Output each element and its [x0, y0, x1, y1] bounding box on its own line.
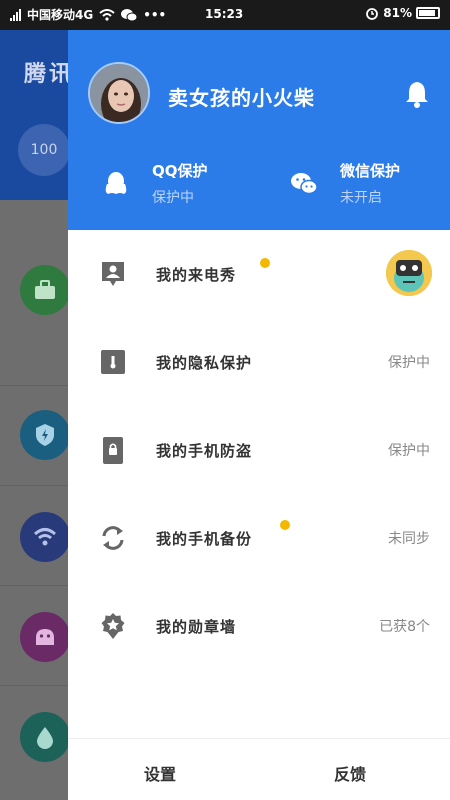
avatar[interactable] — [88, 62, 150, 124]
sync-backup-icon — [102, 526, 124, 550]
drawer-footer: 设置 反馈 — [68, 738, 450, 800]
medal-icon — [101, 613, 125, 639]
menu-item-label: 我的手机备份 — [156, 530, 253, 548]
new-badge-dot — [260, 258, 270, 268]
wifi-icon — [99, 8, 115, 21]
toolbox-icon — [20, 265, 70, 315]
battery-label: 81% — [383, 6, 412, 20]
menu-item-label: 我的手机防盗 — [156, 442, 253, 460]
wechat-protection-label: 微信保护 — [340, 162, 401, 180]
wechat-protection[interactable]: 微信保护 未开启 — [290, 160, 400, 207]
clock-label: 15:23 — [205, 7, 244, 21]
phone-lock-icon — [103, 437, 123, 464]
bell-icon[interactable] — [404, 80, 430, 108]
menu-item-privacy[interactable]: 我的隐私保护 保护中 — [68, 318, 450, 406]
divider — [0, 685, 68, 686]
status-left: 中国移动4G ••• — [10, 6, 166, 23]
username[interactable]: 卖女孩的小火柴 — [168, 82, 315, 111]
status-bar: 中国移动4G ••• 15:23 81% — [0, 0, 450, 30]
side-drawer: 卖女孩的小火柴 QQ保护 保护中 微信保护 未开启 我的来电秀 我的隐私保护 保… — [68, 30, 450, 800]
shield-bolt-icon — [20, 410, 70, 460]
signal-icon — [10, 8, 21, 21]
battery-icon — [416, 7, 440, 19]
background-title: 腾讯 — [24, 62, 75, 87]
menu-item-label: 我的来电秀 — [156, 266, 237, 284]
new-badge-dot — [280, 520, 290, 530]
qq-protection[interactable]: QQ保护 保护中 — [102, 160, 208, 207]
caller-show-icon — [102, 262, 124, 286]
qq-protection-label: QQ保护 — [152, 162, 208, 180]
more-notifications-label: ••• — [143, 7, 167, 22]
menu-item-backup[interactable]: 我的手机备份 未同步 — [68, 494, 450, 582]
menu-item-status: 已获8个 — [379, 619, 430, 635]
menu-item-medal-wall[interactable]: 我的勋章墙 已获8个 — [68, 582, 450, 670]
settings-button[interactable]: 设置 — [144, 761, 176, 785]
background-score: 100 — [18, 124, 70, 176]
divider — [0, 385, 68, 386]
wechat-notification-icon — [121, 8, 138, 21]
status-right: 81% — [365, 6, 440, 20]
android-icon — [20, 612, 70, 662]
divider — [0, 585, 68, 586]
menu-item-label: 我的勋章墙 — [156, 618, 237, 636]
menu-item-label: 我的隐私保护 — [156, 354, 253, 372]
qq-penguin-icon — [105, 172, 127, 194]
carrier-label: 中国移动4G — [27, 8, 94, 22]
divider — [0, 485, 68, 486]
menu-item-status: 未同步 — [388, 531, 430, 547]
menu-item-status: 保护中 — [388, 355, 430, 371]
menu-item-caller-show[interactable]: 我的来电秀 — [68, 230, 450, 318]
wechat-icon — [291, 173, 318, 195]
alarm-icon — [366, 8, 379, 20]
drawer-header: 卖女孩的小火柴 QQ保护 保护中 微信保护 未开启 — [68, 30, 450, 230]
menu-item-anti-theft[interactable]: 我的手机防盗 保护中 — [68, 406, 450, 494]
wechat-protection-status: 未开启 — [340, 190, 382, 206]
privacy-icon — [101, 350, 125, 374]
feedback-button[interactable]: 反馈 — [334, 761, 366, 785]
caller-show-thumbnail — [386, 250, 432, 296]
cleaner-drop-icon — [20, 712, 70, 762]
qq-protection-status: 保护中 — [152, 190, 194, 206]
menu-item-status: 保护中 — [388, 443, 430, 459]
wifi-manager-icon — [20, 512, 70, 562]
